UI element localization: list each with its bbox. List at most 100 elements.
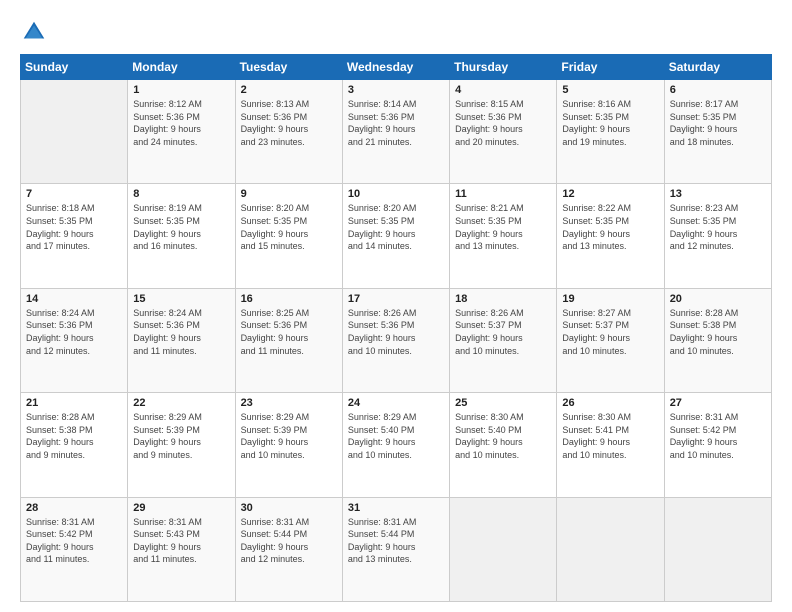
- day-number: 19: [562, 293, 658, 305]
- calendar-cell: 24 Sunrise: 8:29 AMSunset: 5:40 PMDayligh…: [342, 393, 449, 497]
- day-number: 1: [133, 84, 229, 96]
- day-number: 20: [670, 293, 766, 305]
- day-info: Sunrise: 8:28 AMSunset: 5:38 PMDaylight:…: [670, 307, 766, 357]
- day-number: 27: [670, 397, 766, 409]
- calendar-cell: 1 Sunrise: 8:12 AMSunset: 5:36 PMDaylight…: [128, 80, 235, 184]
- calendar-cell: 16 Sunrise: 8:25 AMSunset: 5:36 PMDayligh…: [235, 288, 342, 392]
- day-info: Sunrise: 8:13 AMSunset: 5:36 PMDaylight:…: [241, 98, 337, 148]
- day-info: Sunrise: 8:17 AMSunset: 5:35 PMDaylight:…: [670, 98, 766, 148]
- day-info: Sunrise: 8:29 AMSunset: 5:39 PMDaylight:…: [241, 411, 337, 461]
- weekday-header: Thursday: [450, 55, 557, 80]
- day-number: 31: [348, 502, 444, 514]
- calendar-cell: 7Sunrise: 8:18 AMSunset: 5:35 PMDaylight…: [21, 184, 128, 288]
- weekday-header: Saturday: [664, 55, 771, 80]
- day-info: Sunrise: 8:16 AMSunset: 5:35 PMDaylight:…: [562, 98, 658, 148]
- day-info: Sunrise: 8:21 AMSunset: 5:35 PMDaylight:…: [455, 202, 551, 252]
- calendar-header-row: SundayMondayTuesdayWednesdayThursdayFrid…: [21, 55, 772, 80]
- day-info: Sunrise: 8:19 AMSunset: 5:35 PMDaylight:…: [133, 202, 229, 252]
- calendar-cell: 13 Sunrise: 8:23 AMSunset: 5:35 PMDayligh…: [664, 184, 771, 288]
- day-number: 8: [133, 188, 229, 200]
- day-info: Sunrise: 8:15 AMSunset: 5:36 PMDaylight:…: [455, 98, 551, 148]
- day-number: 30: [241, 502, 337, 514]
- calendar-cell: 30 Sunrise: 8:31 AMSunset: 5:44 PMDayligh…: [235, 497, 342, 601]
- day-number: 13: [670, 188, 766, 200]
- day-info: Sunrise: 8:28 AMSunset: 5:38 PMDaylight:…: [26, 411, 122, 461]
- calendar-week-row: 14 Sunrise: 8:24 AMSunset: 5:36 PMDayligh…: [21, 288, 772, 392]
- day-info: Sunrise: 8:20 AMSunset: 5:35 PMDaylight:…: [348, 202, 444, 252]
- day-info: Sunrise: 8:24 AMSunset: 5:36 PMDaylight:…: [133, 307, 229, 357]
- calendar-cell: 19Sunrise: 8:27 AMSunset: 5:37 PMDayligh…: [557, 288, 664, 392]
- calendar-cell: [21, 80, 128, 184]
- day-number: 15: [133, 293, 229, 305]
- calendar-table: SundayMondayTuesdayWednesdayThursdayFrid…: [20, 54, 772, 602]
- calendar-cell: 27 Sunrise: 8:31 AMSunset: 5:42 PMDayligh…: [664, 393, 771, 497]
- calendar-week-row: 7Sunrise: 8:18 AMSunset: 5:35 PMDaylight…: [21, 184, 772, 288]
- day-number: 4: [455, 84, 551, 96]
- calendar-cell: 29Sunrise: 8:31 AMSunset: 5:43 PMDayligh…: [128, 497, 235, 601]
- calendar-cell: 12Sunrise: 8:22 AMSunset: 5:35 PMDayligh…: [557, 184, 664, 288]
- day-info: Sunrise: 8:31 AMSunset: 5:42 PMDaylight:…: [670, 411, 766, 461]
- day-info: Sunrise: 8:12 AMSunset: 5:36 PMDaylight:…: [133, 98, 229, 148]
- day-info: Sunrise: 8:30 AMSunset: 5:41 PMDaylight:…: [562, 411, 658, 461]
- calendar-cell: 28 Sunrise: 8:31 AMSunset: 5:42 PMDayligh…: [21, 497, 128, 601]
- day-number: 24: [348, 397, 444, 409]
- calendar-cell: 22 Sunrise: 8:29 AMSunset: 5:39 PMDayligh…: [128, 393, 235, 497]
- day-number: 18: [455, 293, 551, 305]
- day-info: Sunrise: 8:31 AMSunset: 5:44 PMDaylight:…: [241, 516, 337, 566]
- page: SundayMondayTuesdayWednesdayThursdayFrid…: [0, 0, 792, 612]
- day-info: Sunrise: 8:31 AMSunset: 5:42 PMDaylight:…: [26, 516, 122, 566]
- calendar-cell: 3Sunrise: 8:14 AMSunset: 5:36 PMDaylight…: [342, 80, 449, 184]
- logo: [20, 18, 52, 46]
- calendar-cell: 17 Sunrise: 8:26 AMSunset: 5:36 PMDayligh…: [342, 288, 449, 392]
- calendar-cell: 21 Sunrise: 8:28 AMSunset: 5:38 PMDayligh…: [21, 393, 128, 497]
- day-number: 2: [241, 84, 337, 96]
- day-number: 26: [562, 397, 658, 409]
- day-info: Sunrise: 8:29 AMSunset: 5:40 PMDaylight:…: [348, 411, 444, 461]
- day-info: Sunrise: 8:20 AMSunset: 5:35 PMDaylight:…: [241, 202, 337, 252]
- calendar-cell: 20 Sunrise: 8:28 AMSunset: 5:38 PMDayligh…: [664, 288, 771, 392]
- day-number: 22: [133, 397, 229, 409]
- calendar-cell: 4 Sunrise: 8:15 AMSunset: 5:36 PMDaylight…: [450, 80, 557, 184]
- weekday-header: Wednesday: [342, 55, 449, 80]
- calendar-cell: [664, 497, 771, 601]
- weekday-header: Friday: [557, 55, 664, 80]
- day-number: 14: [26, 293, 122, 305]
- day-number: 5: [562, 84, 658, 96]
- day-number: 17: [348, 293, 444, 305]
- day-number: 25: [455, 397, 551, 409]
- day-number: 23: [241, 397, 337, 409]
- day-number: 3: [348, 84, 444, 96]
- calendar-cell: 9 Sunrise: 8:20 AMSunset: 5:35 PMDaylight…: [235, 184, 342, 288]
- day-info: Sunrise: 8:26 AMSunset: 5:36 PMDaylight:…: [348, 307, 444, 357]
- day-info: Sunrise: 8:31 AMSunset: 5:44 PMDaylight:…: [348, 516, 444, 566]
- weekday-header: Tuesday: [235, 55, 342, 80]
- day-info: Sunrise: 8:22 AMSunset: 5:35 PMDaylight:…: [562, 202, 658, 252]
- weekday-header: Monday: [128, 55, 235, 80]
- day-info: Sunrise: 8:23 AMSunset: 5:35 PMDaylight:…: [670, 202, 766, 252]
- day-info: Sunrise: 8:30 AMSunset: 5:40 PMDaylight:…: [455, 411, 551, 461]
- day-number: 21: [26, 397, 122, 409]
- calendar-cell: 25 Sunrise: 8:30 AMSunset: 5:40 PMDayligh…: [450, 393, 557, 497]
- day-number: 9: [241, 188, 337, 200]
- calendar-cell: 6 Sunrise: 8:17 AMSunset: 5:35 PMDaylight…: [664, 80, 771, 184]
- calendar-cell: 11Sunrise: 8:21 AMSunset: 5:35 PMDayligh…: [450, 184, 557, 288]
- calendar-week-row: 21 Sunrise: 8:28 AMSunset: 5:38 PMDayligh…: [21, 393, 772, 497]
- calendar-cell: 2 Sunrise: 8:13 AMSunset: 5:36 PMDaylight…: [235, 80, 342, 184]
- calendar-week-row: 28 Sunrise: 8:31 AMSunset: 5:42 PMDayligh…: [21, 497, 772, 601]
- calendar-cell: 15 Sunrise: 8:24 AMSunset: 5:36 PMDayligh…: [128, 288, 235, 392]
- calendar-cell: 23 Sunrise: 8:29 AMSunset: 5:39 PMDayligh…: [235, 393, 342, 497]
- day-number: 10: [348, 188, 444, 200]
- day-number: 6: [670, 84, 766, 96]
- calendar-cell: 26 Sunrise: 8:30 AMSunset: 5:41 PMDayligh…: [557, 393, 664, 497]
- day-number: 29: [133, 502, 229, 514]
- day-info: Sunrise: 8:25 AMSunset: 5:36 PMDaylight:…: [241, 307, 337, 357]
- calendar-cell: 5 Sunrise: 8:16 AMSunset: 5:35 PMDaylight…: [557, 80, 664, 184]
- calendar-cell: [557, 497, 664, 601]
- day-number: 28: [26, 502, 122, 514]
- day-number: 16: [241, 293, 337, 305]
- day-info: Sunrise: 8:29 AMSunset: 5:39 PMDaylight:…: [133, 411, 229, 461]
- calendar-cell: [450, 497, 557, 601]
- logo-icon: [20, 18, 48, 46]
- calendar-cell: 10 Sunrise: 8:20 AMSunset: 5:35 PMDayligh…: [342, 184, 449, 288]
- calendar-week-row: 1 Sunrise: 8:12 AMSunset: 5:36 PMDaylight…: [21, 80, 772, 184]
